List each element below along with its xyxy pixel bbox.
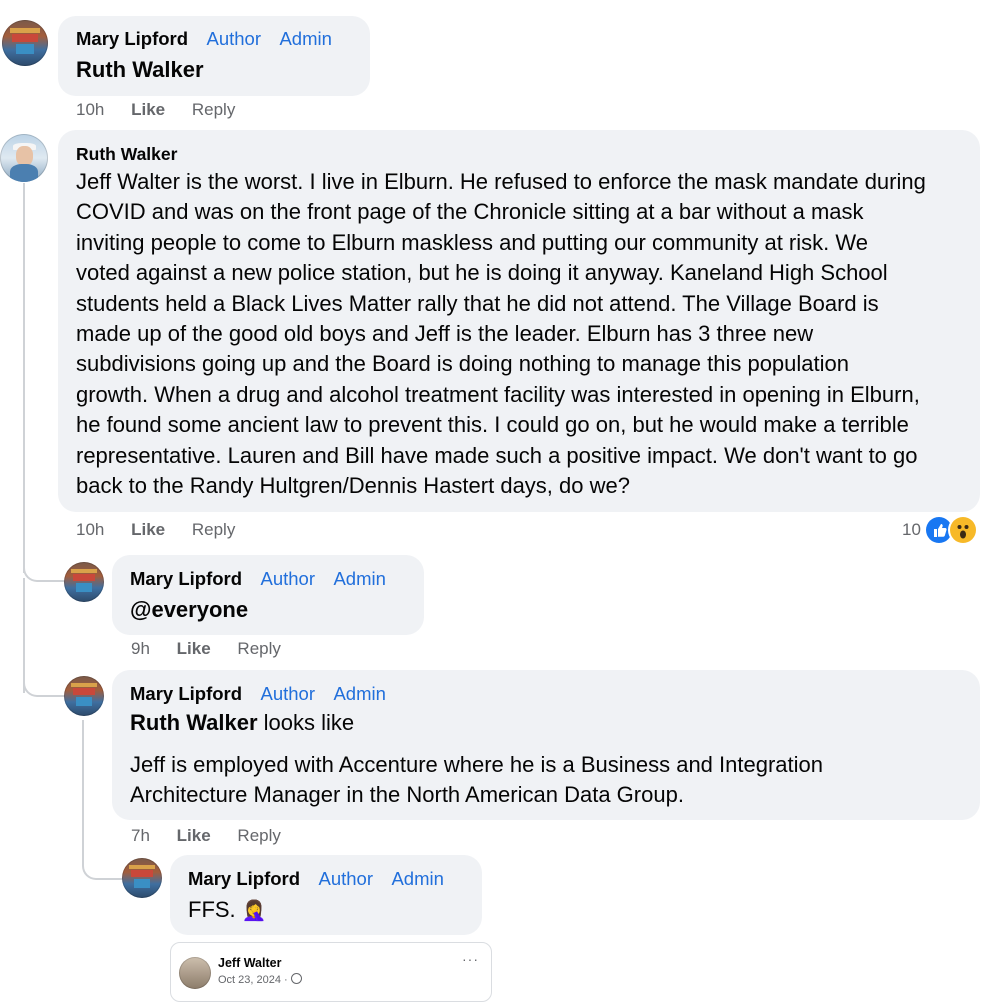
shared-post-meta: Oct 23, 2024 · bbox=[218, 973, 302, 986]
avatar[interactable] bbox=[64, 562, 104, 602]
avatar bbox=[179, 957, 211, 989]
admin-badge: Admin bbox=[391, 868, 444, 889]
thread-elbow-1 bbox=[23, 540, 65, 582]
comment-line: students held a Black Lives Matter rally… bbox=[76, 290, 879, 316]
author-name[interactable]: Mary Lipford bbox=[130, 683, 242, 704]
author-badge: Author bbox=[318, 868, 373, 889]
comment-text: Jeff is employed with Accenture where he… bbox=[130, 750, 970, 811]
more-options-icon[interactable]: ··· bbox=[462, 951, 479, 967]
reply-button[interactable]: Reply bbox=[192, 100, 235, 119]
comment-line: Jeff Walter is the worst. I live in Elbu… bbox=[76, 169, 926, 194]
mention-link[interactable]: Ruth Walker bbox=[76, 55, 204, 85]
wow-reaction-icon bbox=[950, 517, 976, 543]
comment-header: Mary Lipford Author Admin bbox=[76, 28, 332, 50]
like-reaction-icon bbox=[926, 517, 952, 543]
admin-badge: Admin bbox=[333, 568, 386, 589]
thread-elbow-3 bbox=[82, 838, 124, 880]
comment-line: Jeff is employed with Accenture where he… bbox=[130, 752, 823, 777]
comment-line: representative. Lauren and Bill have mad… bbox=[76, 442, 918, 468]
mention-everyone[interactable]: @everyone bbox=[130, 595, 248, 625]
shared-post-card[interactable]: Jeff Walter Oct 23, 2024 · ··· bbox=[170, 942, 492, 1002]
comment-bubble: Mary Lipford Author Admin FFS. 🤦‍♀️ bbox=[170, 855, 482, 935]
admin-badge: Admin bbox=[279, 28, 332, 49]
comment-line: COVID and was on the front page of the C… bbox=[76, 199, 864, 225]
timestamp[interactable]: 7h bbox=[131, 826, 150, 845]
facepalm-emoji-icon: 🤦‍♀️ bbox=[241, 900, 267, 922]
reply-button[interactable]: Reply bbox=[192, 520, 235, 539]
author-name[interactable]: Mary Lipford bbox=[130, 568, 242, 589]
author-badge: Author bbox=[206, 28, 261, 49]
timestamp[interactable]: 10h bbox=[76, 520, 104, 539]
comment-line: growth. When a drug and alcohol treatmen… bbox=[76, 381, 920, 407]
mention-link[interactable]: Ruth Walker bbox=[130, 710, 258, 735]
comment-actions: 7h Like Reply bbox=[131, 826, 303, 846]
author-name[interactable]: Mary Lipford bbox=[76, 28, 188, 49]
comment-intro: Ruth Walker looks like bbox=[130, 708, 354, 738]
thread-line-main bbox=[23, 183, 25, 573]
comment-line: inviting people to come to Elburn maskle… bbox=[76, 229, 868, 255]
comment-line: back to the Randy Hultgren/Dennis Haster… bbox=[76, 473, 630, 499]
reaction-count[interactable]: 10 bbox=[902, 520, 921, 540]
author-name[interactable]: Mary Lipford bbox=[188, 868, 300, 889]
timestamp[interactable]: 9h bbox=[131, 639, 150, 658]
author-badge: Author bbox=[260, 683, 315, 704]
comment-text-value: FFS. bbox=[188, 897, 236, 922]
comment-actions: 10h Like Reply bbox=[76, 100, 257, 120]
comment-actions: 9h Like Reply bbox=[131, 639, 303, 659]
thread-line-sub bbox=[82, 720, 84, 840]
timestamp[interactable]: 10h bbox=[76, 100, 104, 119]
comment-bubble: Mary Lipford Author Admin @everyone bbox=[112, 555, 424, 635]
comment-bubble: Mary Lipford Author Admin Ruth Walker lo… bbox=[112, 670, 980, 820]
like-button[interactable]: Like bbox=[131, 520, 165, 539]
reply-button[interactable]: Reply bbox=[237, 826, 280, 845]
comment-text: FFS. 🤦‍♀️ bbox=[188, 895, 267, 926]
shared-post-author[interactable]: Jeff Walter bbox=[218, 956, 281, 970]
avatar[interactable] bbox=[122, 858, 162, 898]
avatar[interactable] bbox=[2, 20, 48, 66]
comment-bubble: Mary Lipford Author Admin Ruth Walker bbox=[58, 16, 370, 96]
avatar[interactable] bbox=[64, 676, 104, 716]
comment-bubble: Ruth Walker Jeff Walter is the worst. I … bbox=[58, 130, 980, 512]
shared-post-date: Oct 23, 2024 · bbox=[218, 974, 288, 986]
thread-elbow-2 bbox=[23, 655, 65, 697]
like-button[interactable]: Like bbox=[177, 826, 211, 845]
comment-line: Architecture Manager in the North Americ… bbox=[130, 782, 684, 808]
comment-line: voted against a new police station, but … bbox=[76, 260, 888, 286]
globe-icon bbox=[290, 973, 302, 984]
comment-line: made up of the good old boys and Jeff is… bbox=[76, 321, 814, 347]
comment-line: he found some ancient law to prevent thi… bbox=[76, 412, 909, 438]
author-badge: Author bbox=[260, 568, 315, 589]
comment-header: Mary Lipford Author Admin bbox=[130, 568, 386, 590]
avatar[interactable] bbox=[0, 134, 48, 182]
comment-header: Mary Lipford Author Admin bbox=[130, 683, 386, 705]
comment-text: Jeff Walter is the worst. I live in Elbu… bbox=[76, 167, 971, 501]
comment-line: subdivisions going up and the Board is d… bbox=[76, 351, 849, 377]
author-name[interactable]: Ruth Walker bbox=[76, 144, 177, 165]
like-button[interactable]: Like bbox=[177, 639, 211, 658]
reply-button[interactable]: Reply bbox=[237, 639, 280, 658]
comment-actions: 10h Like Reply bbox=[76, 520, 257, 540]
comment-text: looks like bbox=[257, 710, 355, 735]
like-button[interactable]: Like bbox=[131, 100, 165, 119]
admin-badge: Admin bbox=[333, 683, 386, 704]
comment-header: Mary Lipford Author Admin bbox=[188, 868, 444, 890]
